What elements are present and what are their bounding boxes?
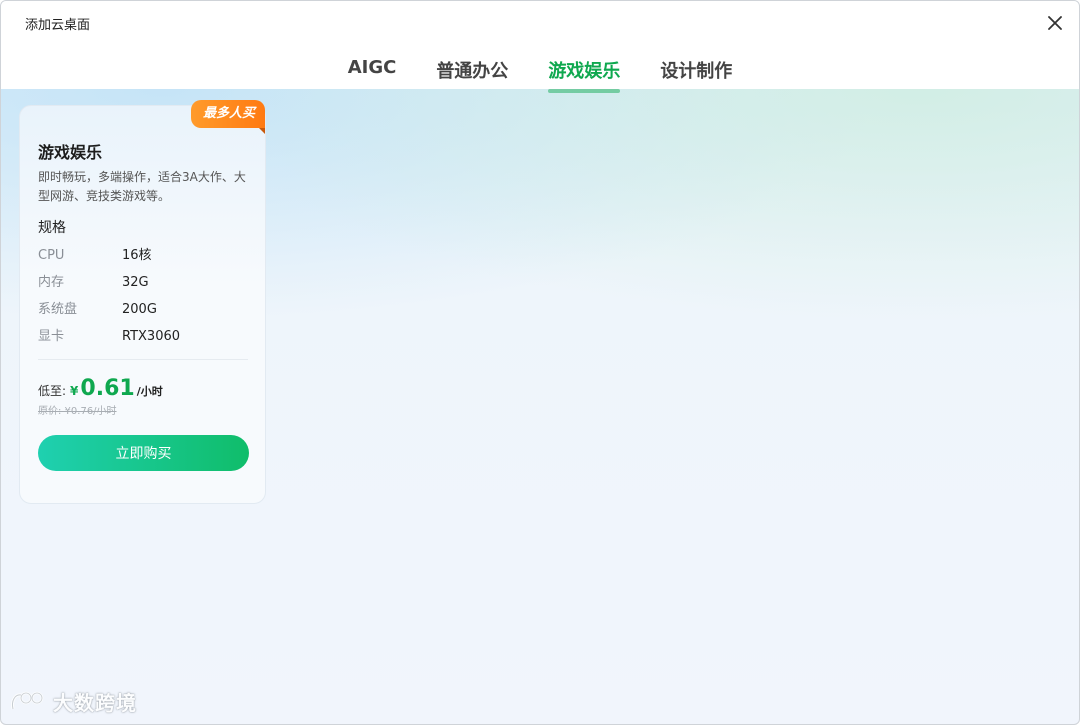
tab-office[interactable]: 普通办公 bbox=[436, 57, 508, 93]
spec-value: 32G bbox=[122, 275, 149, 290]
original-price: 原价: ¥0.76/小时 bbox=[38, 406, 117, 417]
tab-design[interactable]: 设计制作 bbox=[660, 57, 732, 93]
price-prefix: 低至: bbox=[38, 384, 67, 398]
spec-label: 显卡 bbox=[38, 329, 65, 344]
spec-value: RTX3060 bbox=[122, 329, 181, 344]
spec-label: 系统盘 bbox=[38, 302, 78, 317]
spec-label: 内存 bbox=[38, 275, 65, 290]
spec-value: 200G bbox=[122, 302, 157, 317]
price-unit: /小时 bbox=[136, 385, 163, 398]
spec-label: CPU bbox=[38, 248, 65, 263]
plan-card: 最多人买 游戏娱乐 即时畅玩，多端操作，适合3A大作、大型网游、竞技类游戏等。 … bbox=[19, 100, 266, 504]
spec-row-memory: 内存 32G bbox=[38, 271, 149, 290]
category-tabs: AIGC 普通办公 游戏娱乐 设计制作 bbox=[1, 57, 1079, 93]
watermark: 大数跨境 bbox=[9, 687, 137, 716]
close-icon bbox=[1048, 16, 1062, 30]
window-title: 添加云桌面 bbox=[25, 18, 91, 33]
spec-value: 16核 bbox=[122, 248, 152, 263]
price-currency: ¥ bbox=[70, 384, 79, 398]
dialog-window: 添加云桌面 AIGC 普通办公 游戏娱乐 设计制作 最多人买 游戏娱乐 即时畅玩… bbox=[0, 0, 1080, 725]
tab-aigc[interactable]: AIGC bbox=[348, 57, 397, 93]
plan-title: 游戏娱乐 bbox=[38, 143, 103, 162]
spec-row-gpu: 显卡 RTX3060 bbox=[38, 325, 180, 344]
watermark-text: 大数跨境 bbox=[53, 691, 137, 715]
price-row: 低至: ¥ 0.61 /小时 bbox=[38, 376, 163, 401]
logo-icon bbox=[11, 691, 44, 709]
title-bar: 添加云桌面 AIGC 普通办公 游戏娱乐 设计制作 bbox=[1, 1, 1079, 93]
tab-gaming[interactable]: 游戏娱乐 bbox=[548, 57, 621, 93]
spec-heading: 规格 bbox=[38, 220, 66, 236]
close-button[interactable] bbox=[1043, 11, 1067, 35]
price-value: 0.61 bbox=[80, 376, 135, 401]
spec-row-disk: 系统盘 200G bbox=[38, 298, 157, 317]
plan-description: 即时畅玩，多端操作，适合3A大作、大型网游、竞技类游戏等。 bbox=[38, 170, 246, 203]
buy-now-button[interactable]: 立即购买 bbox=[38, 435, 249, 471]
divider bbox=[38, 359, 248, 360]
spec-row-cpu: CPU 16核 bbox=[38, 244, 152, 263]
best-seller-badge: 最多人买 bbox=[190, 100, 266, 134]
